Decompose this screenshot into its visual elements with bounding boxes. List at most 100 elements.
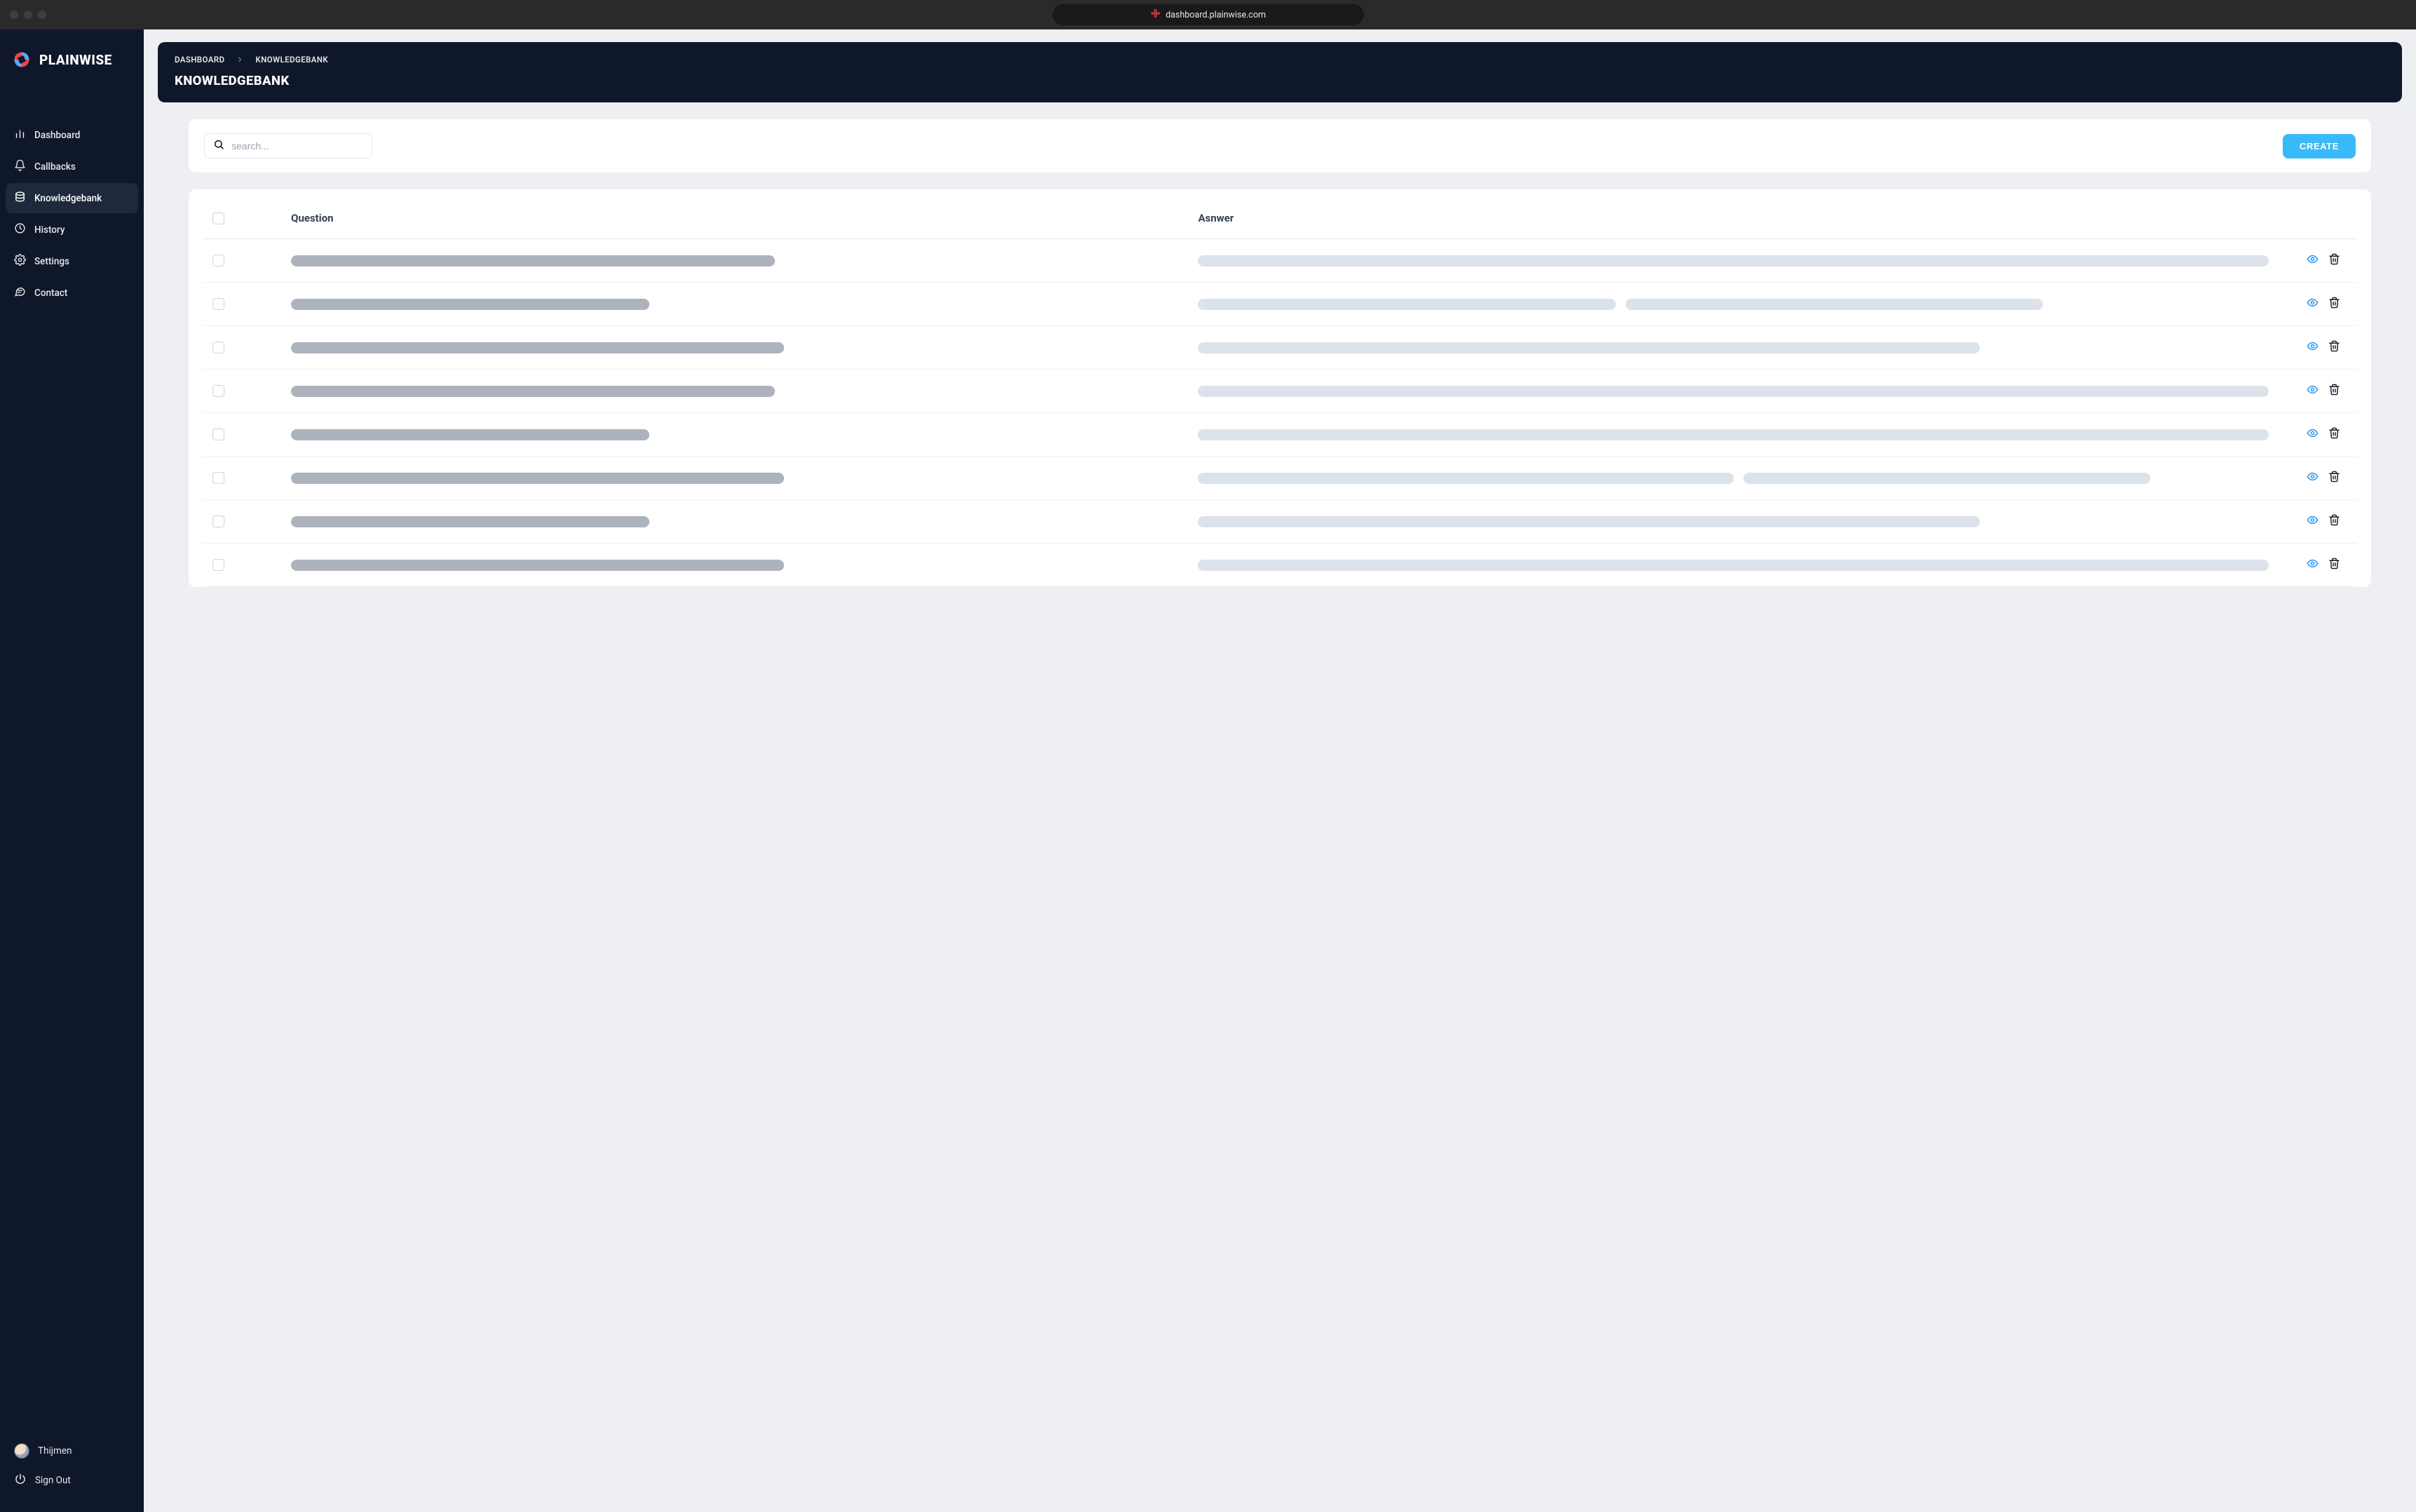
question-placeholder bbox=[291, 342, 784, 353]
breadcrumb-item[interactable]: DASHBOARD bbox=[175, 55, 224, 65]
table-row bbox=[203, 500, 2357, 544]
question-placeholder bbox=[291, 299, 649, 310]
row-checkbox[interactable] bbox=[212, 385, 224, 397]
trash-icon bbox=[2328, 340, 2340, 355]
table-row bbox=[203, 544, 2357, 587]
select-all-checkbox[interactable] bbox=[212, 212, 224, 224]
trash-icon bbox=[2328, 427, 2340, 442]
view-button[interactable] bbox=[2307, 384, 2319, 398]
profile-link[interactable]: Thijmen bbox=[8, 1436, 135, 1466]
question-placeholder bbox=[291, 473, 784, 484]
sidebar-item-label: Contact bbox=[34, 288, 67, 299]
window-max-dot[interactable] bbox=[38, 11, 46, 19]
row-checkbox[interactable] bbox=[212, 255, 224, 266]
database-icon bbox=[14, 191, 26, 205]
sidebar-item-dashboard[interactable]: Dashboard bbox=[6, 120, 138, 150]
bell-icon bbox=[14, 159, 26, 174]
view-button[interactable] bbox=[2307, 558, 2319, 572]
eye-icon bbox=[2307, 514, 2319, 529]
page-header: DASHBOARD KNOWLEDGEBANK KNOWLEDGEBANK bbox=[158, 42, 2402, 102]
eye-icon bbox=[2307, 471, 2319, 485]
sidebar: PLAINWISE Dashboard Callbacks Knowledgeb… bbox=[0, 29, 144, 1512]
signout-label: Sign Out bbox=[35, 1475, 71, 1486]
search-field[interactable] bbox=[204, 133, 372, 158]
table-row bbox=[203, 326, 2357, 370]
sidebar-item-label: History bbox=[34, 224, 65, 236]
delete-button[interactable] bbox=[2328, 340, 2340, 355]
brand[interactable]: PLAINWISE bbox=[6, 49, 138, 98]
eye-icon bbox=[2307, 558, 2319, 572]
profile-name: Thijmen bbox=[38, 1445, 72, 1457]
trash-icon bbox=[2328, 297, 2340, 311]
address-bar[interactable]: dashboard.plainwise.com bbox=[1052, 4, 1364, 25]
answer-placeholder bbox=[1198, 299, 1615, 310]
answer-placeholder bbox=[1198, 560, 2269, 571]
eye-icon bbox=[2307, 340, 2319, 355]
chevron-right-icon bbox=[236, 55, 244, 64]
breadcrumb-item[interactable]: KNOWLEDGEBANK bbox=[255, 55, 328, 65]
question-placeholder bbox=[291, 560, 784, 571]
row-checkbox[interactable] bbox=[212, 428, 224, 440]
view-button[interactable] bbox=[2307, 340, 2319, 355]
address-bar-url: dashboard.plainwise.com bbox=[1166, 10, 1266, 20]
toolbar: CREATE bbox=[189, 119, 2371, 173]
window-min-dot[interactable] bbox=[24, 11, 32, 19]
view-button[interactable] bbox=[2307, 514, 2319, 529]
view-button[interactable] bbox=[2307, 253, 2319, 268]
row-checkbox[interactable] bbox=[212, 342, 224, 353]
trash-icon bbox=[2328, 558, 2340, 572]
power-icon bbox=[14, 1473, 27, 1488]
answer-placeholder bbox=[1626, 299, 2043, 310]
app-root: PLAINWISE Dashboard Callbacks Knowledgeb… bbox=[0, 29, 2416, 1512]
row-checkbox[interactable] bbox=[212, 298, 224, 310]
brand-logo-icon bbox=[11, 49, 32, 70]
sidebar-item-callbacks[interactable]: Callbacks bbox=[6, 151, 138, 182]
trash-icon bbox=[2328, 471, 2340, 485]
sidebar-item-settings[interactable]: Settings bbox=[6, 246, 138, 276]
row-checkbox[interactable] bbox=[212, 515, 224, 527]
row-checkbox[interactable] bbox=[212, 559, 224, 571]
delete-button[interactable] bbox=[2328, 514, 2340, 529]
sidebar-item-history[interactable]: History bbox=[6, 215, 138, 245]
view-button[interactable] bbox=[2307, 297, 2319, 311]
question-placeholder bbox=[291, 255, 775, 266]
answer-placeholder bbox=[1198, 429, 2269, 440]
sidebar-item-label: Knowledgebank bbox=[34, 193, 102, 204]
delete-button[interactable] bbox=[2328, 558, 2340, 572]
sidebar-item-contact[interactable]: Contact bbox=[6, 278, 138, 308]
table-header-row: Question Asnwer bbox=[203, 195, 2357, 239]
question-placeholder bbox=[291, 429, 649, 440]
sidebar-item-knowledgebank[interactable]: Knowledgebank bbox=[6, 183, 138, 213]
sidebar-nav: Dashboard Callbacks Knowledgebank Histor… bbox=[6, 119, 138, 309]
create-button[interactable]: CREATE bbox=[2283, 134, 2356, 158]
search-input[interactable] bbox=[231, 140, 363, 151]
trash-icon bbox=[2328, 253, 2340, 268]
row-checkbox[interactable] bbox=[212, 472, 224, 484]
page-title: KNOWLEDGEBANK bbox=[175, 73, 2385, 88]
delete-button[interactable] bbox=[2328, 297, 2340, 311]
sidebar-bottom: Thijmen Sign Out bbox=[6, 1436, 138, 1495]
delete-button[interactable] bbox=[2328, 427, 2340, 442]
delete-button[interactable] bbox=[2328, 253, 2340, 268]
question-placeholder bbox=[291, 516, 649, 527]
eye-icon bbox=[2307, 384, 2319, 398]
browser-titlebar: dashboard.plainwise.com bbox=[0, 0, 2416, 29]
trash-icon bbox=[2328, 384, 2340, 398]
answer-placeholder bbox=[1743, 473, 2150, 484]
delete-button[interactable] bbox=[2328, 384, 2340, 398]
table-row bbox=[203, 457, 2357, 500]
window-close-dot[interactable] bbox=[10, 11, 18, 19]
view-button[interactable] bbox=[2307, 471, 2319, 485]
table-row bbox=[203, 239, 2357, 283]
content-inner: CREATE Question Asnwer bbox=[158, 119, 2402, 587]
table-row bbox=[203, 283, 2357, 326]
gear-icon bbox=[14, 254, 26, 269]
answer-placeholder bbox=[1198, 386, 2269, 397]
sidebar-item-label: Settings bbox=[34, 256, 69, 267]
column-header-question: Question bbox=[256, 212, 1187, 224]
eye-icon bbox=[2307, 297, 2319, 311]
view-button[interactable] bbox=[2307, 427, 2319, 442]
signout-link[interactable]: Sign Out bbox=[8, 1466, 135, 1495]
table-row bbox=[203, 370, 2357, 413]
delete-button[interactable] bbox=[2328, 471, 2340, 485]
